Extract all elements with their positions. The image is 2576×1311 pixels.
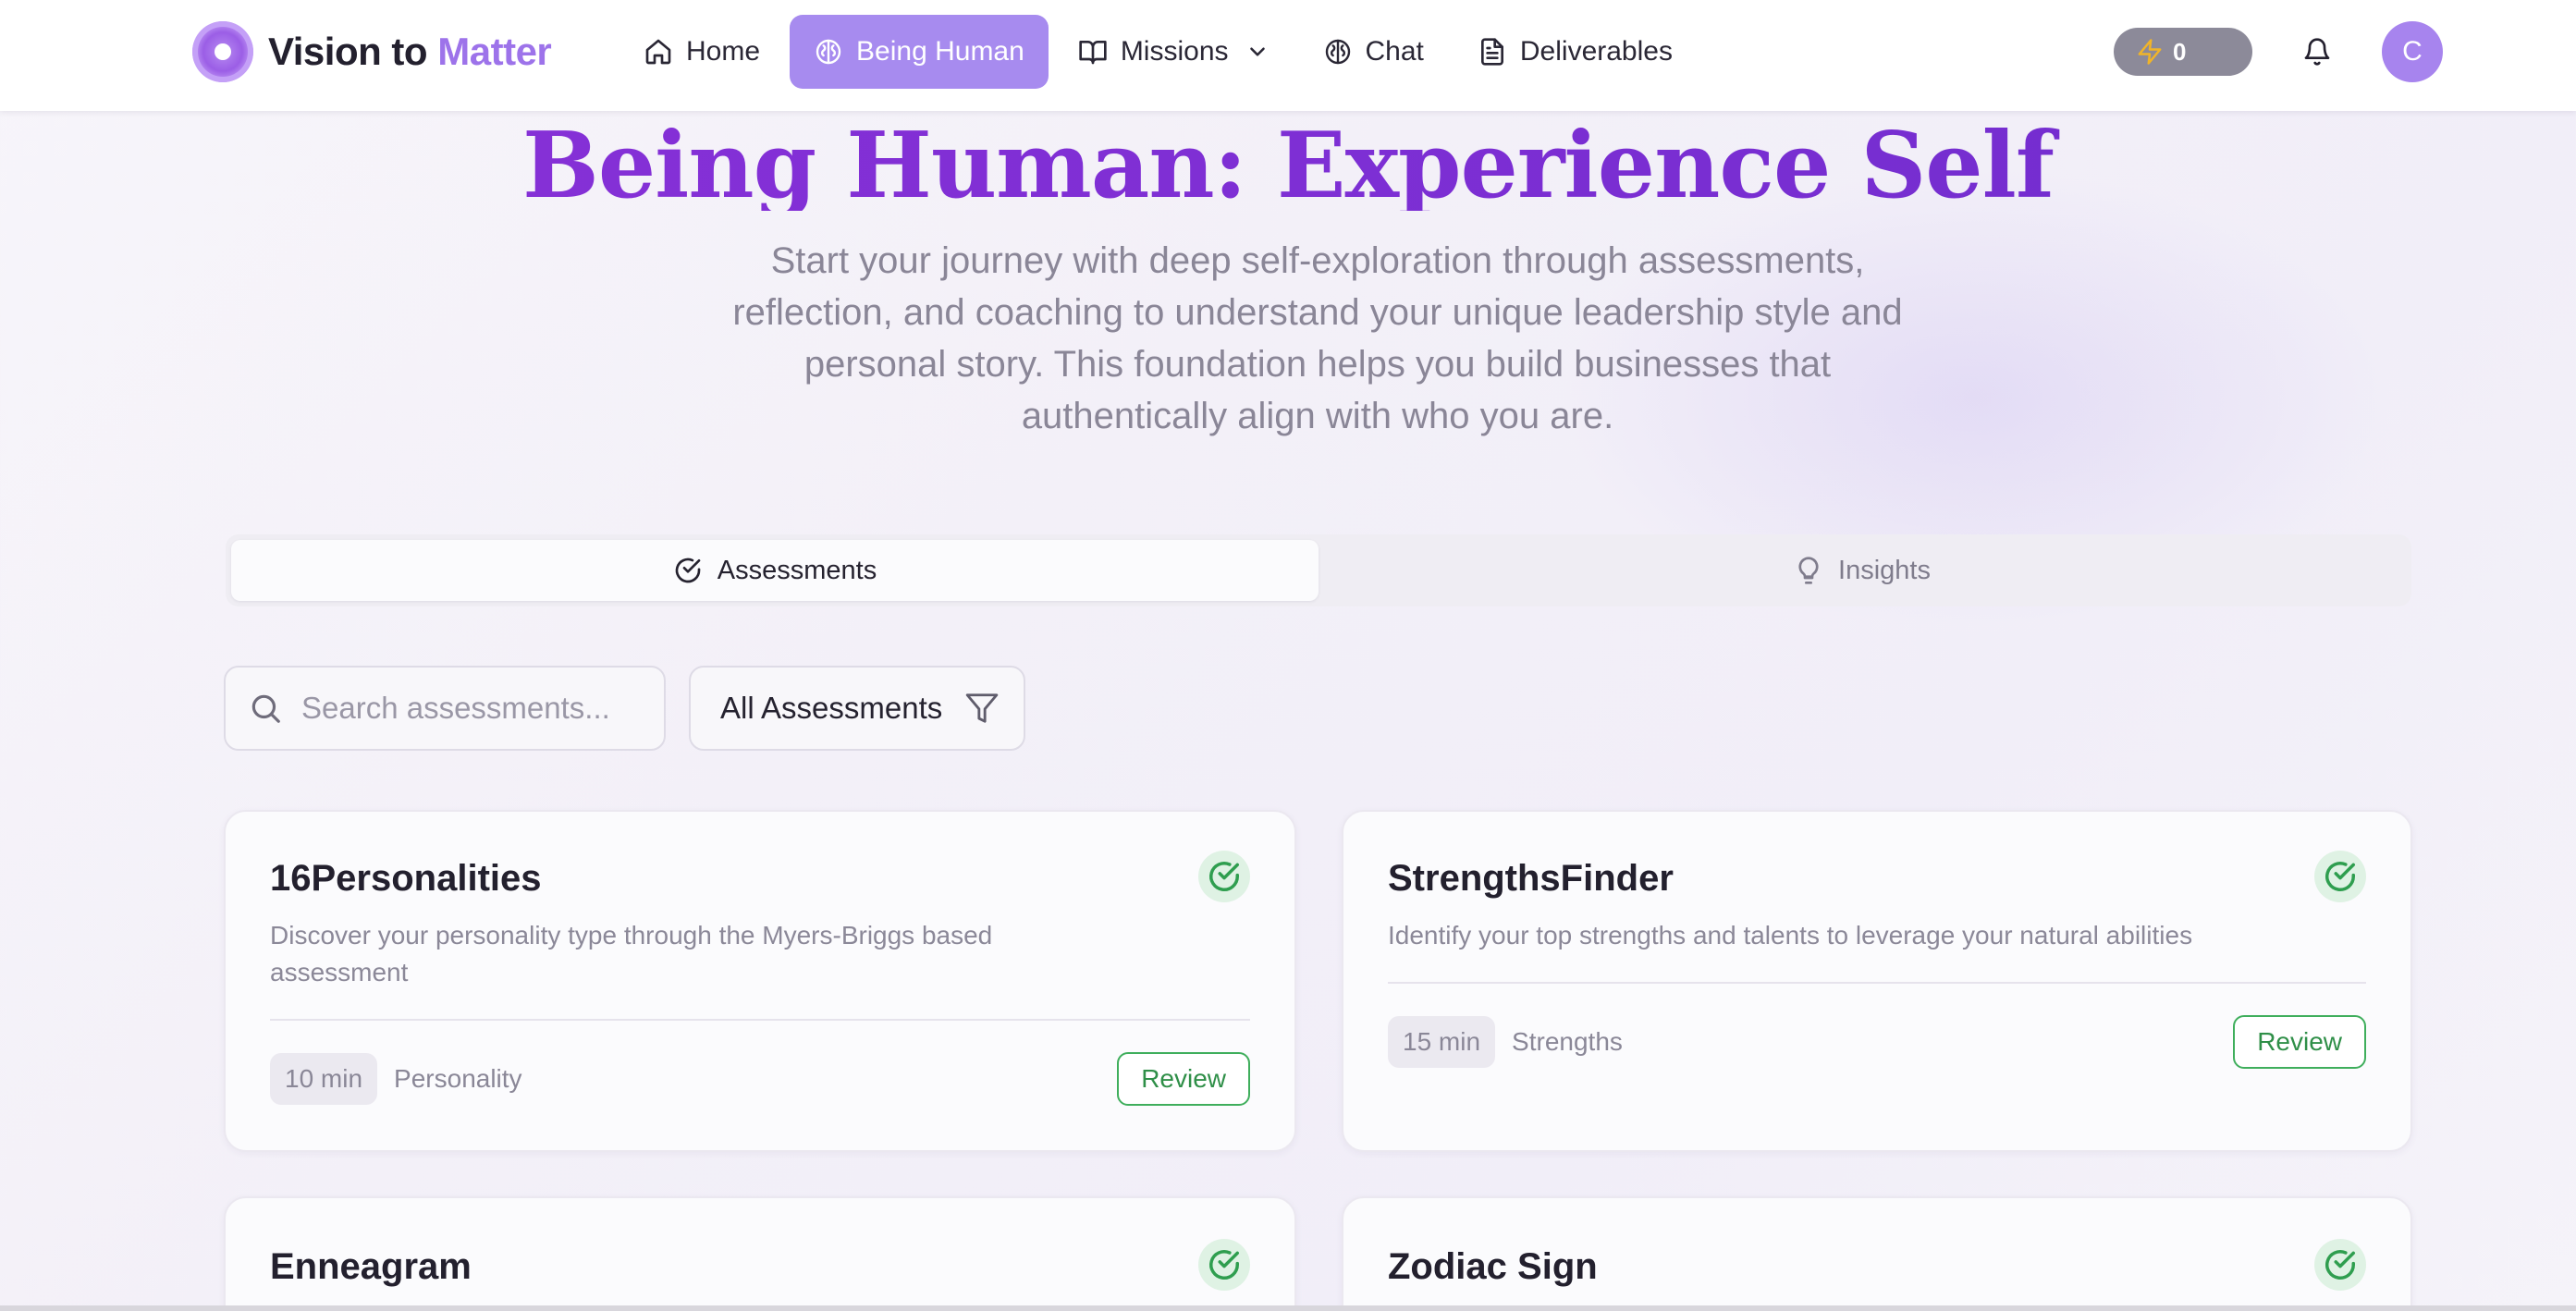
- nav-item-label: Being Human: [856, 36, 1024, 67]
- card-divider: [270, 1019, 1250, 1021]
- filter-select-value: All Assessments: [720, 691, 943, 725]
- nav-item-deliverables[interactable]: Deliverables: [1454, 15, 1697, 89]
- main-nav: Home Being Human Missions Chat Deliverab…: [619, 15, 1702, 89]
- card-footer: 15 min Strengths Review: [1388, 1015, 2366, 1069]
- brand-logo-icon: [192, 21, 253, 82]
- top-navbar: Vision to Matter Home Being Human Missio…: [0, 0, 2576, 111]
- bell-icon: [2304, 38, 2330, 66]
- assessment-card-zodiac-sign[interactable]: Zodiac Sign: [1342, 1196, 2412, 1311]
- circle-check-icon: [675, 557, 701, 583]
- card-footer: 10 min Personality Review: [270, 1052, 1250, 1106]
- filter-icon: [965, 693, 999, 723]
- nav-item-chat[interactable]: Chat: [1299, 15, 1448, 89]
- card-title: StrengthsFinder: [1388, 858, 1674, 899]
- completed-check-icon: [1198, 851, 1250, 902]
- card-description: Discover your personality type through t…: [270, 921, 993, 986]
- nav-item-being-human[interactable]: Being Human: [790, 15, 1049, 89]
- tab-label: Assessments: [717, 555, 877, 585]
- card-description: Identify your top strengths and talents …: [1388, 921, 2193, 950]
- review-button[interactable]: Review: [2233, 1015, 2366, 1069]
- card-divider: [1388, 982, 2366, 984]
- tab-label: Insights: [1838, 555, 1931, 585]
- header-tools: 0 C: [2114, 20, 2443, 83]
- card-title: 16Personalities: [270, 858, 542, 899]
- book-open-icon: [1079, 41, 1107, 65]
- page-subtitle: Start your journey with deep self-explor…: [732, 240, 1903, 436]
- nav-item-label: Deliverables: [1519, 36, 1673, 67]
- section-tabs: Assessments Insights: [226, 534, 2411, 606]
- nav-item-label: Missions: [1120, 36, 1229, 67]
- home-icon: [645, 39, 671, 65]
- category-label: Strengths: [1512, 1027, 1623, 1056]
- tab-insights[interactable]: Insights: [1319, 540, 2406, 601]
- search-input[interactable]: [301, 691, 634, 726]
- energy-count: 0: [2173, 37, 2187, 66]
- nav-item-label: Chat: [1365, 36, 1424, 67]
- file-text-icon: [1480, 38, 1503, 66]
- brain-icon: [1325, 39, 1350, 65]
- card-title: Zodiac Sign: [1388, 1246, 1598, 1287]
- assessment-filter-select[interactable]: All Assessments: [689, 666, 1025, 751]
- brand-name-part2: Matter: [437, 30, 552, 73]
- brand[interactable]: Vision to Matter: [192, 20, 552, 83]
- assessment-card-enneagram[interactable]: Enneagram: [224, 1196, 1296, 1311]
- search-icon: [251, 694, 280, 723]
- completed-check-icon: [1198, 1239, 1250, 1291]
- duration-chip: 10 min: [270, 1053, 378, 1105]
- bottom-scroll-edge: [0, 1305, 2576, 1311]
- tab-assessments[interactable]: Assessments: [231, 540, 1319, 601]
- brain-icon: [816, 39, 841, 65]
- review-button[interactable]: Review: [1117, 1052, 1250, 1106]
- user-avatar[interactable]: C: [2382, 21, 2443, 82]
- nav-item-missions[interactable]: Missions: [1054, 15, 1294, 89]
- search-box: [224, 666, 666, 751]
- nav-item-label: Home: [686, 36, 761, 67]
- page-title: Being Human: Experience Self: [0, 111, 2576, 211]
- notifications-button[interactable]: [2289, 24, 2345, 80]
- completed-check-icon: [2314, 1239, 2366, 1291]
- chevron-down-icon: [1249, 47, 1265, 56]
- brand-name: Vision to Matter: [268, 30, 552, 74]
- energy-counter[interactable]: 0: [2114, 28, 2252, 76]
- lightbulb-icon: [1798, 557, 1819, 584]
- card-title: Enneagram: [270, 1246, 472, 1287]
- completed-check-icon: [2314, 851, 2366, 902]
- category-label: Personality: [394, 1064, 522, 1093]
- lightning-icon: [2138, 39, 2162, 65]
- assessment-card-16personalities[interactable]: 16Personalities Discover your personalit…: [224, 810, 1296, 1152]
- brand-name-part1: Vision to: [268, 30, 428, 73]
- assessment-card-strengthsfinder[interactable]: StrengthsFinder Identify your top streng…: [1342, 810, 2412, 1152]
- duration-chip: 15 min: [1388, 1016, 1496, 1068]
- nav-item-home[interactable]: Home: [619, 15, 784, 89]
